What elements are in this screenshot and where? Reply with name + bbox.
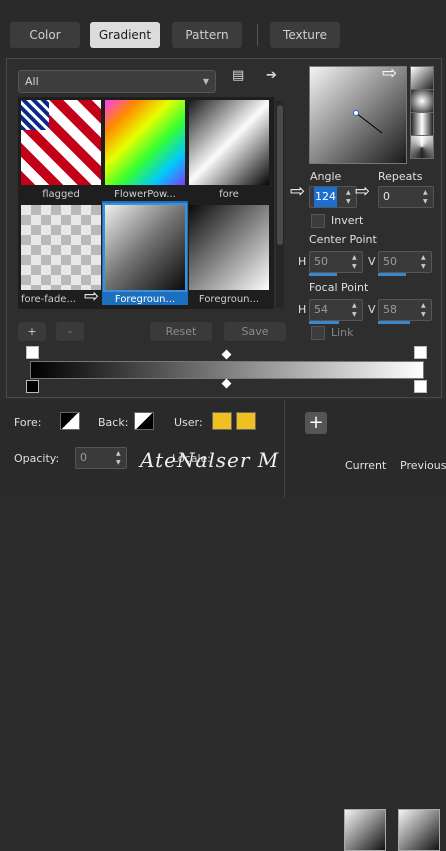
pointer-arrow-icon: ⇨ [382, 63, 398, 84]
tab-color[interactable]: Color [10, 22, 80, 48]
repeats-label: Repeats [378, 170, 423, 183]
gradient-thumb-flagged[interactable]: flagged [21, 100, 101, 200]
remove-gradient-button[interactable]: - [56, 322, 84, 341]
gradient-editor-bar[interactable] [30, 361, 424, 379]
gradient-thumb-label: fore [219, 189, 239, 200]
center-h-value[interactable]: 50 [314, 252, 328, 272]
divider [284, 400, 285, 498]
signature-watermark: AteNalser M [140, 448, 280, 472]
tab-pattern[interactable]: Pattern [172, 22, 242, 48]
invert-checkbox[interactable] [311, 214, 325, 228]
link-checkbox[interactable] [311, 326, 325, 340]
back-label: Back: [98, 416, 129, 429]
opacity-value[interactable]: 0 [80, 448, 87, 468]
flag-corner [21, 100, 49, 130]
gradient-thumb-label: FlowerPow... [114, 189, 176, 200]
center-h-stepper[interactable]: 50 ▲ ▼ [309, 251, 363, 273]
up-down-icon[interactable]: ▲ ▼ [421, 301, 429, 319]
focal-point-label: Focal Point [309, 281, 369, 294]
save-button[interactable]: Save [224, 322, 286, 341]
focal-h-stepper[interactable]: 54 ▲ ▼ [309, 299, 363, 321]
fore-label: Fore: [14, 416, 42, 429]
up-down-icon[interactable]: ▲ ▼ [352, 253, 360, 271]
center-v-label: V [368, 255, 376, 268]
pointer-arrow-icon: ⇨ [355, 181, 371, 202]
previous-style-swatch[interactable] [398, 809, 440, 851]
chevron-down-icon: ▼ [202, 77, 209, 86]
gradient-thumb-fore[interactable]: fore [189, 100, 269, 200]
tab-gradient[interactable]: Gradient [90, 22, 160, 48]
up-down-icon[interactable]: ▲ ▼ [116, 449, 124, 467]
current-label: Current [345, 459, 387, 472]
center-h-label: H [298, 255, 307, 268]
gradient-thumb-label: Foregroun... [114, 294, 176, 305]
library-dropdown-value: All [25, 75, 39, 88]
angle-value[interactable]: 124 [314, 187, 337, 207]
pointer-arrow-icon: ⇨ [290, 181, 306, 202]
bottom-color-stop[interactable] [26, 380, 39, 393]
center-v-stepper[interactable]: 50 ▲ ▼ [378, 251, 432, 273]
tab-separator [257, 24, 258, 46]
back-swatch[interactable] [134, 412, 154, 430]
arrow-right-icon[interactable]: ➔ [266, 68, 277, 83]
center-point-label: Center Point [309, 233, 377, 246]
focal-h-slider[interactable] [309, 321, 339, 324]
focal-v-label: V [368, 303, 376, 316]
top-opacity-stop[interactable] [26, 346, 39, 359]
center-h-slider[interactable] [309, 273, 337, 276]
gradient-thumb-fore-fade[interactable]: fore-fade... [21, 205, 101, 305]
user-swatch-1[interactable] [212, 412, 232, 430]
invert-label: Invert [331, 214, 364, 227]
add-to-swatches-button[interactable]: + [305, 412, 327, 434]
user-swatch-2[interactable] [236, 412, 256, 430]
up-down-icon[interactable]: ▲ ▼ [346, 188, 354, 206]
pointer-arrow-icon: ⇨ [84, 286, 100, 307]
up-down-icon[interactable]: ▲ ▼ [421, 253, 429, 271]
link-label: Link [331, 326, 354, 339]
up-down-icon[interactable]: ▲ ▼ [423, 188, 431, 206]
tab-bar: Color Gradient Pattern Texture [0, 0, 446, 58]
focal-h-value[interactable]: 54 [314, 300, 328, 320]
linear-style-button[interactable] [410, 66, 434, 90]
reset-button[interactable]: Reset [150, 322, 212, 341]
repeats-value[interactable]: 0 [383, 187, 390, 207]
gradient-dialog: Color Gradient Pattern Texture All ▼ ▤ ➔… [0, 0, 446, 851]
rectangular-style-button[interactable] [410, 112, 434, 136]
focal-v-value[interactable]: 58 [383, 300, 397, 320]
gradient-thumb-label: flagged [42, 189, 80, 200]
gradient-thumb-foreground-2[interactable]: Foregroun... [189, 205, 269, 305]
up-down-icon[interactable]: ▲ ▼ [352, 301, 360, 319]
library-dropdown[interactable]: All ▼ [18, 70, 216, 93]
center-v-slider[interactable] [378, 273, 406, 276]
center-v-value[interactable]: 50 [383, 252, 397, 272]
gradient-thumb-foreground-selected[interactable]: Foregroun... [103, 203, 187, 305]
current-style-swatch[interactable] [344, 809, 386, 851]
fore-swatch[interactable] [60, 412, 80, 430]
focal-h-label: H [298, 303, 307, 316]
gradient-thumb-flowerpower[interactable]: FlowerPow... [105, 100, 185, 200]
add-gradient-button[interactable]: + [18, 322, 46, 341]
focal-v-slider[interactable] [378, 321, 410, 324]
thumbnail-scrollbar[interactable] [276, 101, 284, 308]
library-icon[interactable]: ▤ [232, 68, 244, 83]
bottom-color-stop[interactable] [414, 380, 427, 393]
gradient-thumbnails: flagged FlowerPow... fore fore-fade... F… [18, 97, 274, 309]
angle-stepper[interactable]: 124 ▲ ▼ [309, 186, 357, 208]
sunburst-style-button[interactable] [410, 135, 434, 159]
radial-style-button[interactable] [410, 89, 434, 113]
opacity-stepper[interactable]: 0 ▲ ▼ [75, 447, 127, 469]
focal-v-stepper[interactable]: 58 ▲ ▼ [378, 299, 432, 321]
user-label: User: [174, 416, 203, 429]
opacity-label: Opacity: [14, 452, 60, 465]
scrollbar-thumb[interactable] [277, 105, 283, 245]
previous-label: Previous [400, 459, 446, 472]
tab-texture[interactable]: Texture [270, 22, 340, 48]
angle-label: Angle [310, 170, 342, 183]
repeats-stepper[interactable]: 0 ▲ ▼ [378, 186, 434, 208]
gradient-thumb-label: Foregroun... [198, 294, 260, 305]
top-opacity-stop[interactable] [414, 346, 427, 359]
